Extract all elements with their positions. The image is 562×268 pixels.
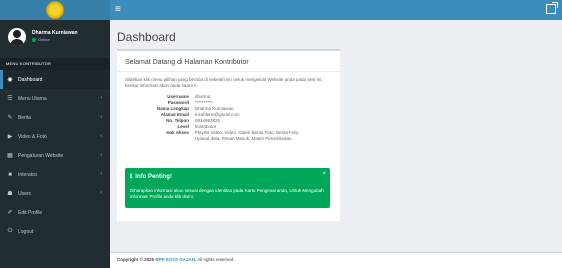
sidebar: Dharma Kurniawan Online MENU KONTRIBUTOR… (0, 20, 110, 268)
sidebar-item-interaksi[interactable]: ■ Interaksi ‹ (0, 165, 110, 184)
chevron-left-icon: ‹ (100, 95, 102, 101)
welcome-box: Selamat Datang di Halaman Kontributor Si… (117, 49, 340, 221)
comment-icon: ■ (8, 171, 12, 178)
chevron-left-icon: ‹ (100, 152, 102, 158)
footer-prefix: Copyright © 2025 (117, 257, 155, 262)
chevron-left-icon: ‹ (100, 114, 102, 120)
sidebar-item-users[interactable]: ☗ Users ‹ (0, 184, 110, 203)
user-name: Dharma Kurniawan (32, 30, 78, 36)
sidebar-item-label: Edit Profile (18, 209, 43, 216)
online-dot-icon (32, 37, 36, 42)
pencil-icon: ✎ (7, 115, 13, 121)
info-label: Hak Akses (166, 130, 189, 135)
account-info-table: Username dharma Password ********** Nama… (125, 94, 331, 142)
sidebar-item-label: Users (18, 190, 32, 197)
chevron-left-icon: ‹ (100, 133, 102, 139)
user-status-label: Online (38, 37, 50, 42)
sidebar-item-label: Interaksi (18, 171, 37, 178)
power-icon: ⏻ (7, 228, 13, 234)
sidebar-item-dashboard[interactable]: ◉ Dashboard (0, 70, 110, 89)
seal-icon (46, 1, 64, 19)
users-icon: ☗ (7, 191, 13, 197)
divider (117, 71, 340, 72)
play-icon: ▶ (7, 134, 13, 140)
info-alert: ℹ Info Penting! × Diharapkan informasi a… (125, 168, 330, 208)
chevron-left-icon: ‹ (100, 171, 102, 177)
sidebar-item-berita[interactable]: ✎ Berita ‹ (0, 108, 110, 127)
sidebar-item-label: Logout (18, 228, 34, 235)
sidebar-item-menu-utama[interactable]: ☰ Menu Utama ‹ (0, 89, 110, 108)
footer: Copyright © 2025 BPP KOTA GAJAH. All rig… (110, 252, 562, 268)
sidebar-item-label: Pengaturan Website (18, 152, 64, 159)
footer-suffix: All rights reserved. (197, 257, 235, 262)
sidebar-item-label: Dashboard (18, 76, 43, 83)
sidebar-menu: ◉ Dashboard ☰ Menu Utama ‹ ✎ Berita ‹ ▶ … (0, 70, 110, 241)
close-icon[interactable]: × (322, 171, 326, 177)
sidebar-item-video-foto[interactable]: ▶ Video & Foto ‹ (0, 127, 110, 146)
sidebar-item-label: Berita (18, 114, 32, 121)
footer-link[interactable]: BPP KOTA GAJAH. (155, 257, 196, 262)
external-link-icon[interactable] (546, 2, 558, 14)
chevron-left-icon: ‹ (100, 190, 102, 196)
user-panel: Dharma Kurniawan Online (0, 20, 110, 58)
sidebar-item-pengaturan-website[interactable]: ▦ Pengaturan Website ‹ (0, 146, 110, 165)
menu-icon: ☰ (7, 96, 13, 102)
alert-text: Diharapkan informasi akun sesuai dengan … (130, 188, 324, 199)
alert-title-label: Info Penting! (135, 173, 172, 180)
edit-icon: ✐ (7, 210, 13, 216)
logo-area[interactable] (0, 0, 110, 20)
menu-header: MENU KONTRIBUTOR (0, 58, 110, 70)
user-status: Online (32, 37, 50, 42)
dashboard-icon: ◉ (7, 77, 13, 83)
box-title: Selamat Datang di Halaman Kontributor (125, 59, 249, 66)
alert-title: ℹ Info Penting! (130, 173, 172, 181)
info-icon: ℹ (130, 174, 133, 180)
chart-icon: ▦ (7, 153, 13, 159)
intro-text: Silahkan klik menu pilihan yang berada d… (125, 77, 323, 88)
hamburger-icon[interactable]: ≡ (115, 4, 121, 16)
top-navbar: ≡ (0, 0, 562, 20)
info-row-hak-akses: Hak Akses Playlist Video, Video, Galeri … (125, 130, 331, 142)
info-value: Playlist Video, Video, Galeri Berita Fot… (195, 130, 300, 141)
page-title: Dashboard (117, 30, 176, 44)
sidebar-item-logout[interactable]: ⏻ Logout (0, 222, 110, 241)
sidebar-item-label: Video & Foto (18, 133, 47, 140)
avatar (8, 28, 26, 46)
sidebar-item-edit-profile[interactable]: ✐ Edit Profile (0, 203, 110, 222)
sidebar-item-label: Menu Utama (18, 95, 47, 102)
